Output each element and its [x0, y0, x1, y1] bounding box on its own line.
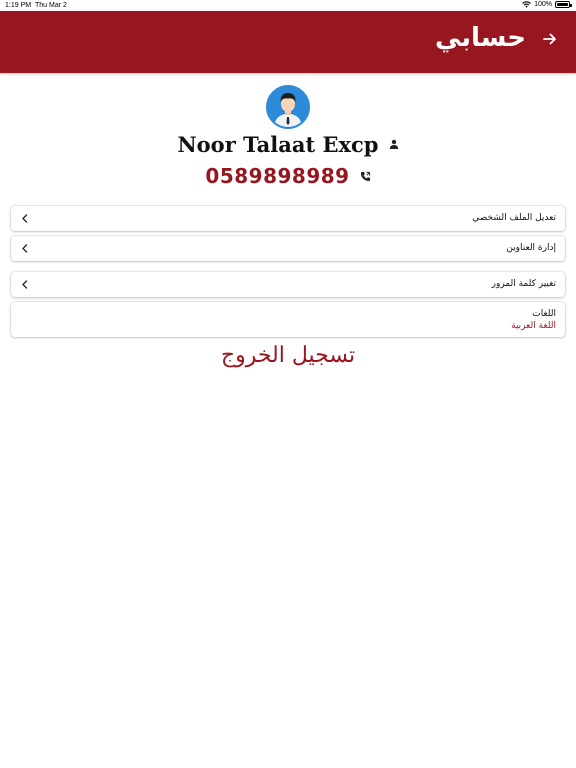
back-button[interactable]	[538, 27, 562, 51]
user-avatar-illustration	[268, 87, 308, 127]
profile-name: Noor Talaat Excp	[177, 131, 379, 157]
page-title: حسابي	[434, 23, 526, 53]
chevron-left-icon	[22, 280, 28, 289]
battery-percent: 100%	[534, 1, 552, 8]
manage-addresses-item[interactable]: إدارة العناوين	[11, 236, 565, 261]
edit-profile-item[interactable]: تعديل الملف الشخصي	[11, 206, 565, 231]
wifi-icon	[522, 1, 531, 8]
status-bar: 1:19 PM Thu Mar 2 100%	[0, 0, 576, 11]
languages-item[interactable]: اللغات اللغة العربية	[11, 302, 565, 337]
logout-button[interactable]: تسجيل الخروج	[0, 343, 576, 368]
languages-title: اللغات	[532, 309, 556, 319]
phone-icon	[360, 171, 370, 181]
profile-phone-row: 0589898989	[0, 162, 576, 190]
chevron-left-icon	[22, 244, 28, 253]
status-right: 100%	[522, 1, 572, 8]
languages-value: اللغة العربية	[511, 321, 556, 331]
change-password-label: تغيير كلمة المرور	[491, 279, 556, 289]
arrow-right-icon	[543, 33, 556, 45]
manage-addresses-label: إدارة العناوين	[506, 243, 556, 253]
edit-profile-label: تعديل الملف الشخصي	[472, 213, 556, 223]
profile-phone: 0589898989	[205, 164, 350, 188]
status-time: 1:19 PM	[5, 2, 32, 9]
avatar	[266, 85, 310, 129]
app-header: حسابي	[0, 11, 576, 73]
person-icon	[389, 139, 398, 149]
status-date: Thu Mar 2	[35, 2, 67, 9]
profile-name-row: Noor Talaat Excp	[0, 130, 576, 158]
chevron-left-icon	[22, 214, 28, 223]
change-password-item[interactable]: تغيير كلمة المرور	[11, 272, 565, 297]
battery-icon	[555, 1, 572, 8]
